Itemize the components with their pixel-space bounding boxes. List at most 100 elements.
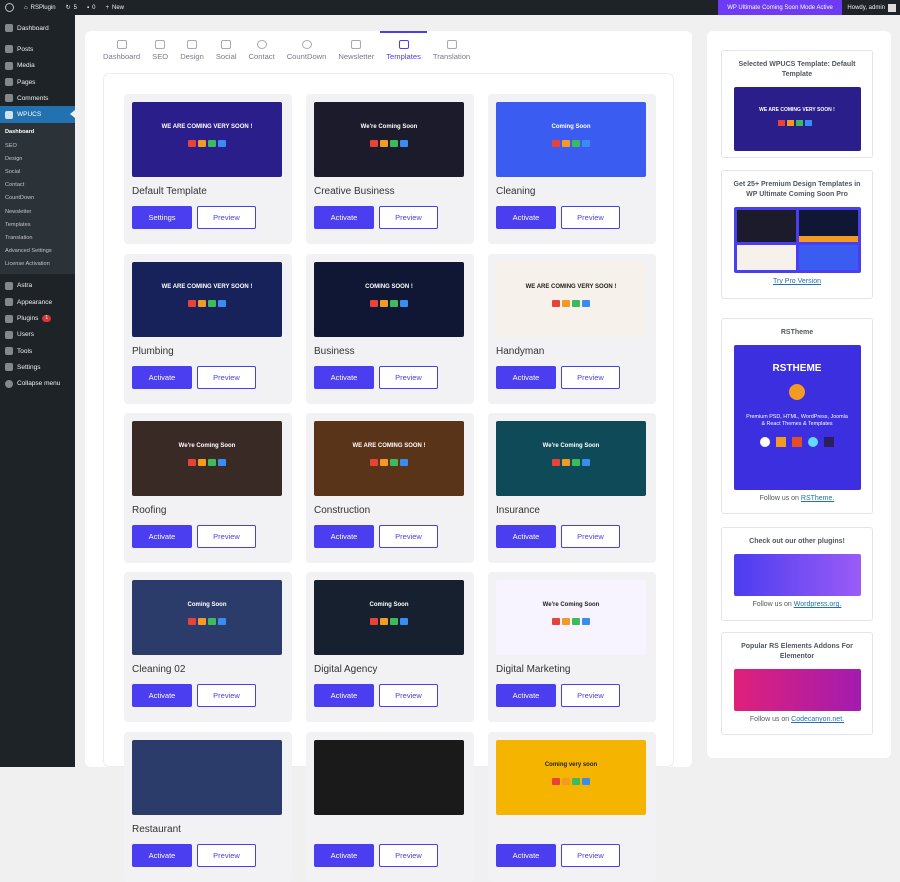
template-activate-button[interactable]: Activate [132,525,192,548]
countdown-boxes [188,459,226,466]
countdown-boxes [552,459,590,466]
template-preview-button[interactable]: Preview [379,206,438,229]
rstheme-banner[interactable]: RSTHEME Premium PSD, HTML, WordPress, Jo… [733,345,861,490]
sidebar-item-astra[interactable]: Astra [0,278,75,294]
template-activate-button[interactable]: Activate [496,844,556,867]
account-menu[interactable]: Howdy, admin [847,0,896,15]
template-activate-button[interactable]: Activate [496,525,556,548]
pro-version-title: Get 25+ Premium Design Templates in WP U… [733,181,861,198]
submenu-advanced-settings[interactable]: Advanced Settings [0,244,75,257]
new-content-link[interactable]: + New [101,0,130,15]
site-name-link[interactable]: ⌂ RSPlugin [19,0,61,15]
template-thumbnail: We're Coming Soon [314,102,464,177]
media-icon [5,61,13,70]
collapse-menu-button[interactable]: Collapse menu [0,376,75,392]
submenu-contact[interactable]: Contact [0,179,75,192]
template-card: We're Coming Soon Roofing Activate Preview [124,413,292,563]
template-preview-button[interactable]: Preview [197,684,256,707]
submenu-license-activation[interactable]: License Activation [0,258,75,271]
sidebar-item-posts[interactable]: Posts [0,41,75,57]
submenu-newsletter[interactable]: Newsletter [0,205,75,218]
sidebar-item-comments[interactable]: Comments [0,90,75,106]
sidebar-item-media[interactable]: Media [0,58,75,74]
sidebar-item-users[interactable]: Users [0,327,75,343]
other-plugins-card: Check out our other plugins! Follow us o… [721,527,873,621]
comment-icon: ▪ [87,4,90,11]
sidebar-item-plugins[interactable]: Plugins 1 [0,310,75,326]
tab-countdown[interactable]: CountDown [281,31,333,66]
coming-soon-notice[interactable]: WP Ultimate Coming Soon Mode Active [718,0,842,15]
tab-design[interactable]: Design [174,31,210,66]
comment-icon [5,94,13,103]
submenu-templates[interactable]: Templates [0,218,75,231]
template-thumbnail: WE ARE COMING VERY SOON ! [132,262,282,337]
wordpress-org-link[interactable]: Wordpress.org. [794,601,842,608]
template-activate-button[interactable]: Activate [132,366,192,389]
tab-contact[interactable]: Contact [243,31,281,66]
submenu-design[interactable]: Design [0,152,75,165]
sidebar-item-wpucs[interactable]: WPUCS [0,106,75,123]
sidebar-item-settings[interactable]: Settings [0,359,75,375]
wordpress-icon [760,437,770,447]
template-activate-button[interactable]: Activate [496,206,556,229]
template-preview-button[interactable]: Preview [561,525,620,548]
wordpress-logo[interactable] [0,0,19,15]
template-preview-button[interactable]: Preview [379,525,438,548]
tab-seo[interactable]: SEO [146,31,174,66]
template-thumbnail-headline: Coming very soon [544,762,598,768]
template-name: Creative Business [314,186,395,197]
template-activate-button[interactable]: Activate [314,206,374,229]
template-name: Cleaning [496,186,536,197]
template-activate-button[interactable]: Activate [314,844,374,867]
brush-icon [5,298,13,307]
template-activate-button[interactable]: Activate [132,844,192,867]
template-activate-button[interactable]: Activate [314,525,374,548]
other-plugins-banner[interactable] [733,554,861,596]
template-name: Digital Agency [314,664,378,675]
submenu-translation[interactable]: Translation [0,231,75,244]
try-pro-version-link[interactable]: Try Pro Version [773,278,821,285]
template-preview-button[interactable]: Preview [379,366,438,389]
countdown-boxes [370,618,408,625]
tab-dashboard[interactable]: Dashboard [97,31,146,66]
sidebar-item-dashboard[interactable]: Dashboard [0,20,75,36]
wpucs-submenu: Dashboard SEO Design Social Contact Coun… [0,122,75,274]
sidebar-item-appearance[interactable]: Appearance [0,294,75,310]
template-activate-button[interactable]: Activate [132,684,192,707]
comments-link[interactable]: ▪ 0 [82,0,100,15]
submenu-countdown[interactable]: CountDown [0,192,75,205]
rs-elements-banner[interactable] [733,669,861,711]
sidebar-item-pages[interactable]: Pages [0,74,75,90]
template-activate-button[interactable]: Activate [314,684,374,707]
template-preview-button[interactable]: Preview [561,844,620,867]
template-preview-button[interactable]: Preview [561,206,620,229]
template-preview-button[interactable]: Preview [379,684,438,707]
sidebar-item-tools[interactable]: Tools [0,343,75,359]
updates-link[interactable]: ↻ 5 [61,0,82,15]
home-icon [116,40,127,49]
tab-social[interactable]: Social [210,31,243,66]
pin-icon [5,45,13,54]
submenu-seo[interactable]: SEO [0,139,75,152]
tab-templates[interactable]: Templates [380,31,427,66]
template-preview-button[interactable]: Preview [197,844,256,867]
codecanyon-link[interactable]: Codecanyon.net. [791,716,844,723]
template-preview-button[interactable]: Preview [197,206,256,229]
template-card: Activate Preview [306,732,474,882]
rstheme-link[interactable]: RSTheme. [801,495,834,502]
template-preview-button[interactable]: Preview [197,525,256,548]
template-preview-button[interactable]: Preview [197,366,256,389]
template-activate-button[interactable]: Activate [496,366,556,389]
submenu-dashboard[interactable]: Dashboard [0,126,75,139]
template-settings-button[interactable]: Settings [132,206,192,229]
template-activate-button[interactable]: Activate [496,684,556,707]
tab-newsletter[interactable]: Newsletter [332,31,380,66]
avatar [888,3,896,12]
tab-translation[interactable]: Translation [427,31,476,66]
template-activate-button[interactable]: Activate [314,366,374,389]
template-preview-button[interactable]: Preview [561,366,620,389]
template-preview-button[interactable]: Preview [379,844,438,867]
countdown-boxes [188,300,226,307]
template-preview-button[interactable]: Preview [561,684,620,707]
submenu-social[interactable]: Social [0,165,75,178]
